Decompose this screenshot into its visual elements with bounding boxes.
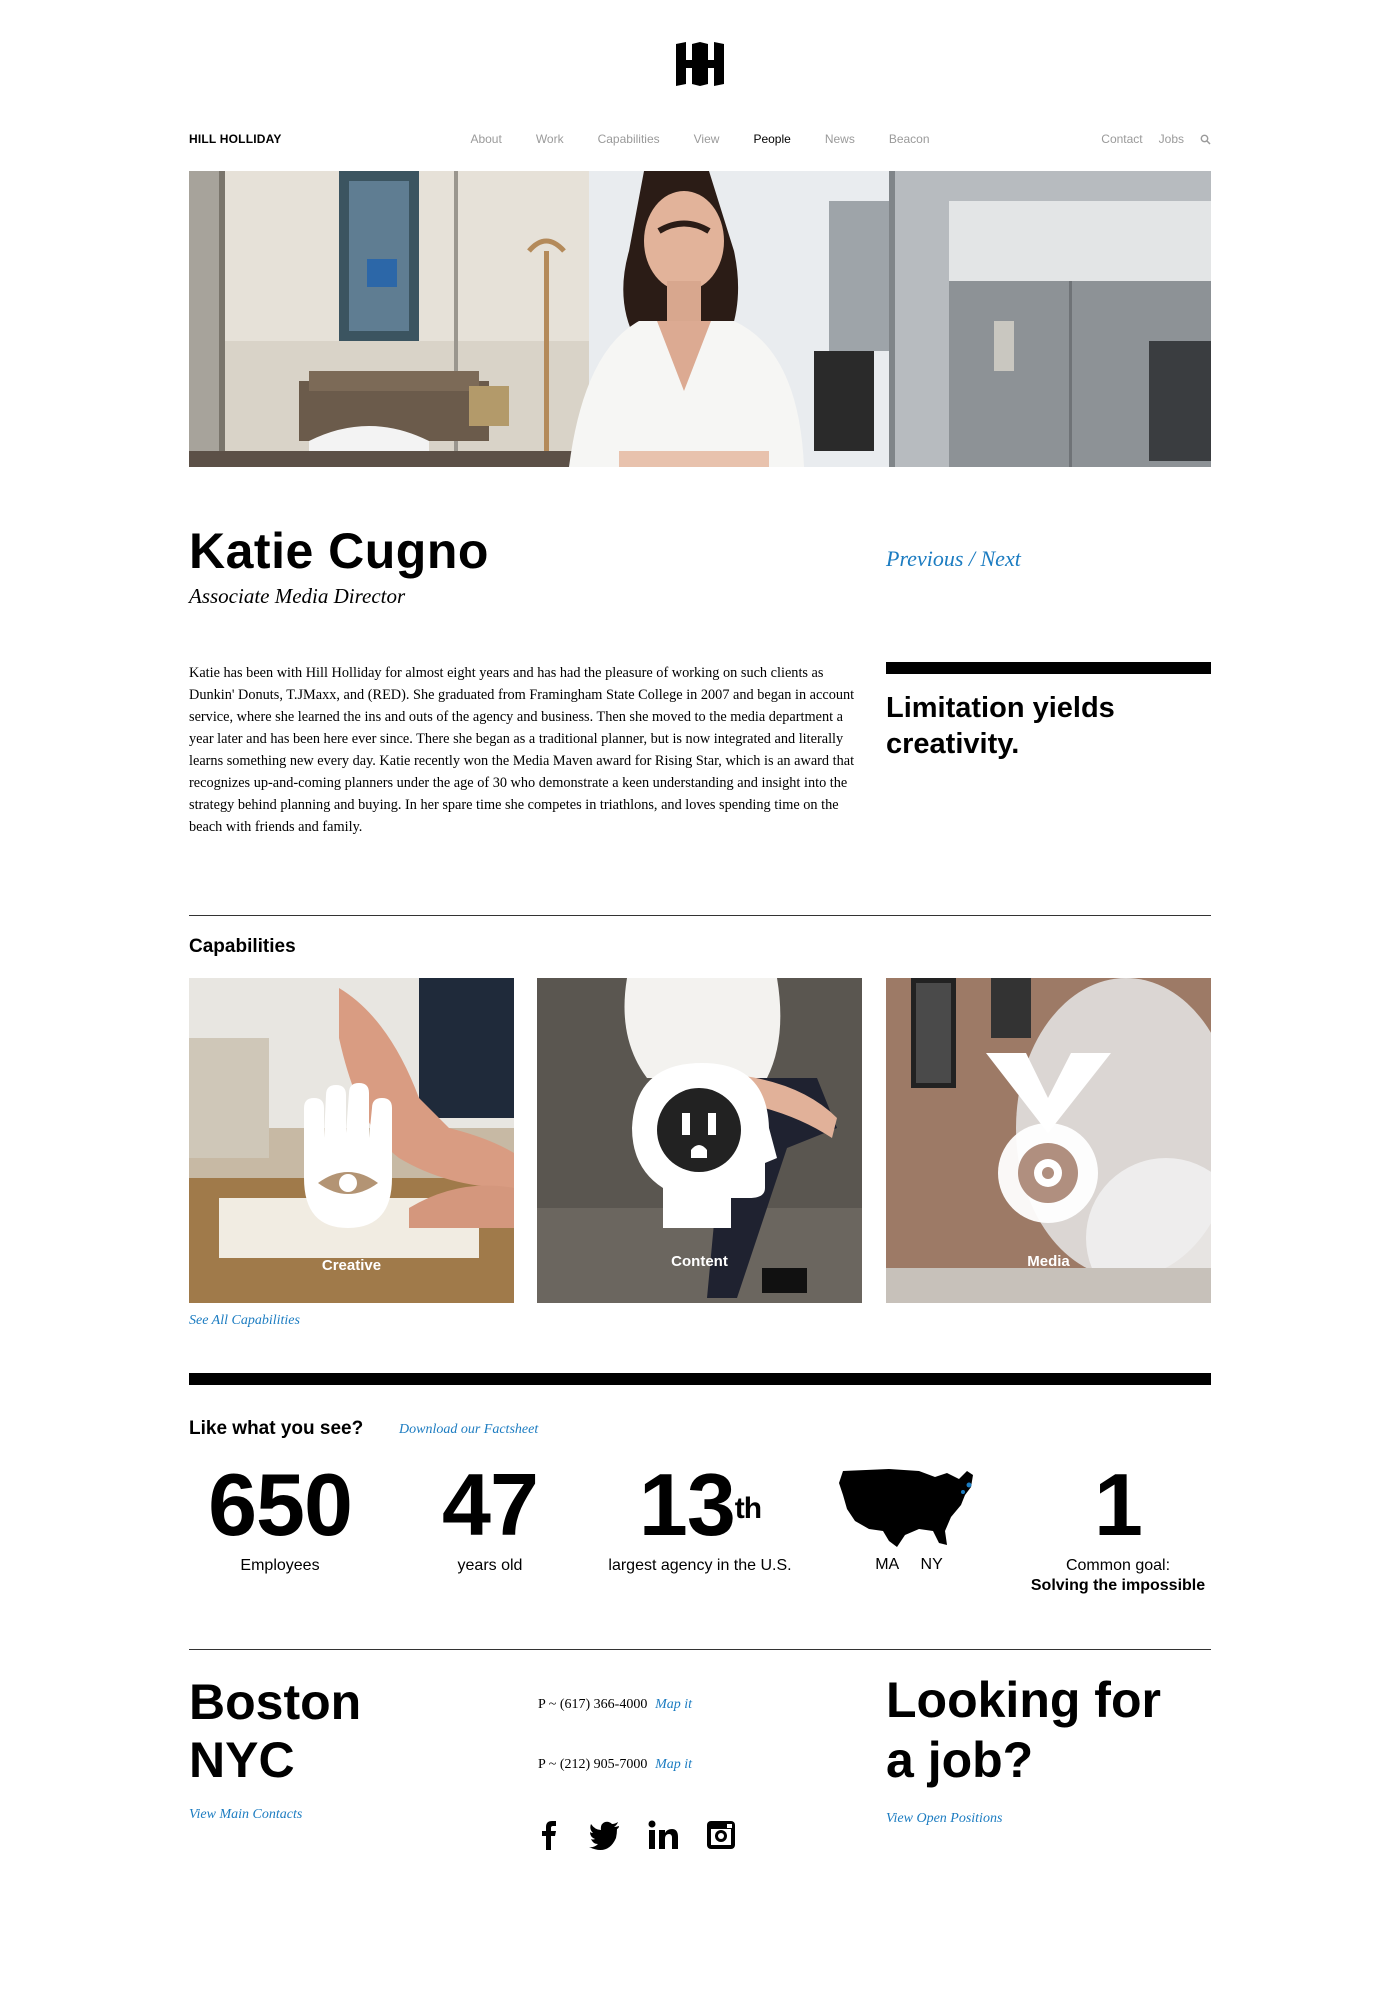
- stat-label: years old: [457, 1557, 523, 1574]
- nav-contact[interactable]: Contact: [1101, 132, 1142, 146]
- person-bio: Katie has been with Hill Holliday for al…: [189, 665, 855, 835]
- like-what-you-see-heading: Like what you see?: [189, 1418, 364, 1439]
- capability-label: Content: [671, 1253, 728, 1270]
- stat-label: MA NY: [875, 1556, 943, 1573]
- utility-menu: Contact Jobs: [1101, 132, 1211, 146]
- hill-holliday-logo[interactable]: [672, 42, 728, 86]
- stat-years: 47 years old: [410, 1460, 570, 1576]
- city-nyc: NYC: [189, 1732, 295, 1788]
- hero-photo: [189, 171, 1211, 467]
- nav-news[interactable]: News: [825, 132, 855, 146]
- job-heading-line-1: Looking for: [886, 1672, 1161, 1728]
- stat-label-bold: Solving the impossible: [1030, 1577, 1206, 1594]
- nav-people[interactable]: People: [753, 132, 790, 146]
- capability-label: Creative: [321, 1257, 382, 1274]
- job-heading: Looking for a job?: [886, 1670, 1161, 1790]
- nav-work[interactable]: Work: [536, 132, 564, 146]
- previous-next-link[interactable]: Previous / Next: [886, 546, 1021, 572]
- instagram-icon[interactable]: [704, 1818, 738, 1852]
- city-boston: Boston: [189, 1674, 362, 1730]
- capabilities-heading: Capabilities: [189, 936, 296, 957]
- stat-number: 13th: [638, 1455, 762, 1554]
- stat-number: 650: [208, 1455, 353, 1554]
- nav-view[interactable]: View: [694, 132, 720, 146]
- stat-number: 47: [442, 1455, 539, 1554]
- map-it-link[interactable]: Map it: [655, 1697, 692, 1712]
- section-divider: [189, 915, 1211, 916]
- stats-divider: [189, 1373, 1211, 1385]
- phone-nyc: P ~ (212) 905-7000 Map it: [538, 1755, 692, 1773]
- stat-label: Employees: [240, 1557, 320, 1574]
- us-map-icon: [839, 1469, 973, 1547]
- view-main-contacts-link[interactable]: View Main Contacts: [189, 1807, 302, 1823]
- stat-label: largest agency in the U.S.: [608, 1557, 792, 1574]
- phone-boston: P ~ (617) 366-4000 Map it: [538, 1695, 692, 1713]
- main-menu: About Work Capabilities View People News…: [465, 132, 935, 146]
- stat-common-goal: 1 Common goal: Solving the impossible: [1018, 1460, 1218, 1596]
- stat-agency-rank: 13th largest agency in the U.S.: [595, 1460, 805, 1576]
- nav-beacon[interactable]: Beacon: [889, 132, 930, 146]
- stat-number: 1: [1094, 1455, 1143, 1554]
- person-quote: Limitation yields creativity.: [886, 692, 1115, 760]
- phone-number: P ~ (617) 366-4000: [538, 1697, 648, 1712]
- ordinal-suffix: th: [734, 1492, 762, 1525]
- nav-capabilities[interactable]: Capabilities: [598, 132, 660, 146]
- linkedin-icon[interactable]: [646, 1818, 680, 1852]
- phone-number: P ~ (212) 905-7000: [538, 1757, 648, 1772]
- top-navigation: HILL HOLLIDAY About Work Capabilities Vi…: [189, 132, 1211, 152]
- office-portrait-image: [189, 171, 1211, 467]
- person-name: Katie Cugno: [189, 523, 489, 579]
- capability-card-creative[interactable]: Creative: [189, 978, 514, 1303]
- quote-divider: [886, 662, 1211, 674]
- facebook-icon[interactable]: [532, 1818, 566, 1852]
- job-heading-line-2: a job?: [886, 1732, 1034, 1788]
- stat-employees: 650 Employees: [189, 1460, 371, 1576]
- see-all-capabilities-link[interactable]: See All Capabilities: [189, 1313, 300, 1329]
- view-open-positions-link[interactable]: View Open Positions: [886, 1811, 1002, 1827]
- stat-locations: MA NY: [836, 1465, 982, 1575]
- hand-eye-icon: [304, 1083, 392, 1228]
- search-icon[interactable]: [1200, 134, 1211, 145]
- head-outlet-icon: [632, 1063, 777, 1228]
- capability-card-media[interactable]: Media: [886, 978, 1211, 1303]
- nav-about[interactable]: About: [470, 132, 501, 146]
- capability-label: Media: [1027, 1253, 1070, 1270]
- capability-card-content[interactable]: Content: [537, 978, 862, 1303]
- footer-divider: [189, 1649, 1211, 1650]
- nav-jobs[interactable]: Jobs: [1159, 132, 1184, 146]
- map-it-link[interactable]: Map it: [655, 1757, 692, 1772]
- target-v-icon: [986, 1053, 1111, 1223]
- person-title: Associate Media Director: [189, 584, 406, 608]
- stat-label: Common goal:: [1065, 1557, 1171, 1574]
- brand-name[interactable]: HILL HOLLIDAY: [189, 132, 282, 146]
- download-factsheet-link[interactable]: Download our Factsheet: [399, 1422, 538, 1438]
- twitter-icon[interactable]: [588, 1818, 622, 1852]
